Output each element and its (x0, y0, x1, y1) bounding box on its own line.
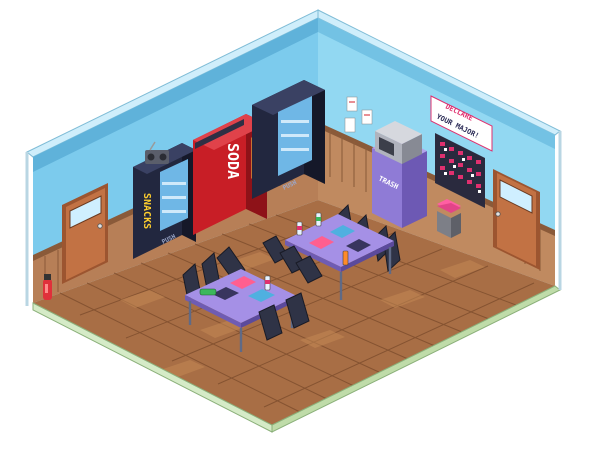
fire-extinguisher-icon[interactable] (43, 274, 52, 300)
break-room-scene: SNACKS PUSH SODA PUSH TRASH DECLARE YOUR… (25, 9, 562, 433)
trash-bin-icon[interactable] (437, 199, 461, 238)
soda-machine-label: SODA (224, 143, 242, 179)
left-door-knob[interactable] (97, 223, 103, 229)
right-door-knob[interactable] (495, 211, 501, 217)
snack-machine-label: SNACKS (141, 193, 152, 229)
